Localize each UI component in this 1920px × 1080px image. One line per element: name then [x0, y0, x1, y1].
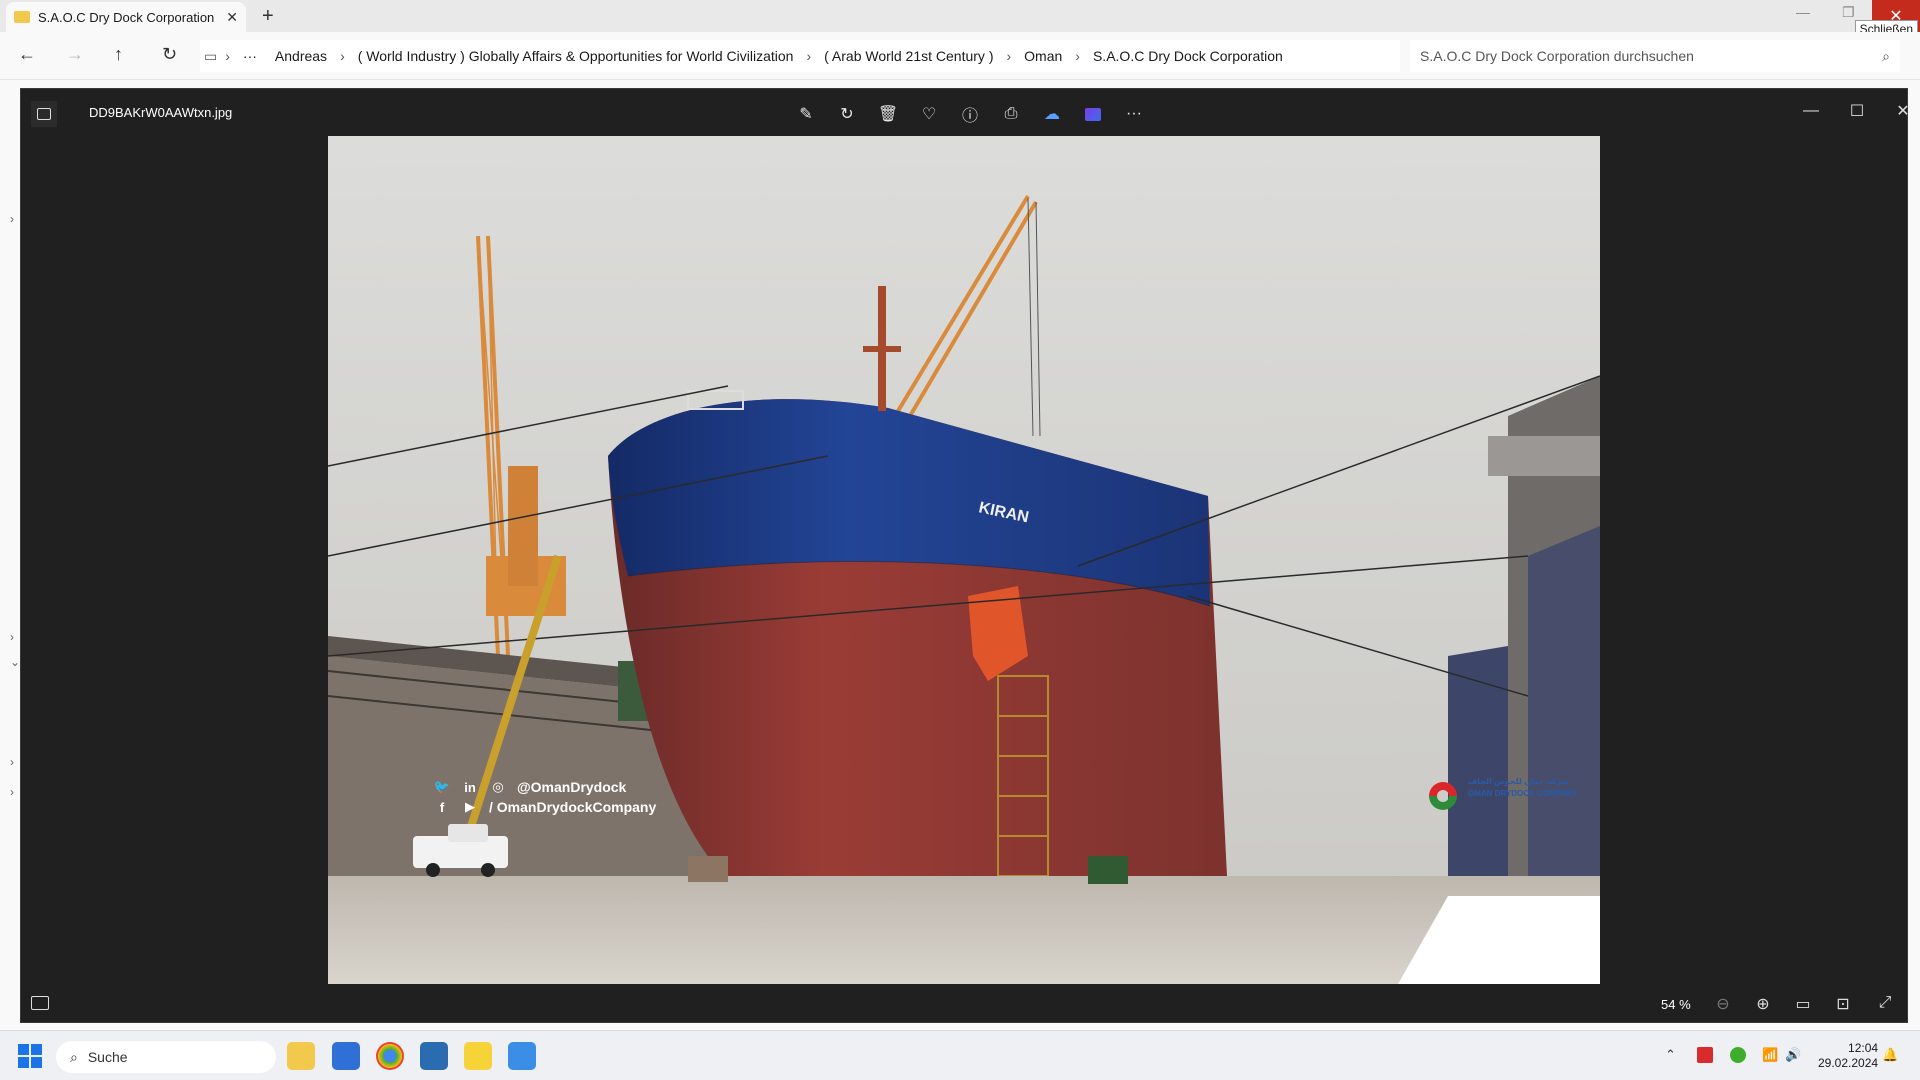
- breadcrumb-item[interactable]: ( Arab World 21st Century ): [824, 48, 993, 64]
- back-icon[interactable]: ←: [18, 44, 36, 65]
- breadcrumb-overflow[interactable]: ···: [243, 48, 257, 64]
- search-icon: ⌕: [70, 1048, 78, 1065]
- breadcrumb-chevron-icon[interactable]: ›: [1007, 48, 1012, 64]
- photos-icon[interactable]: [508, 1042, 536, 1070]
- volume-icon[interactable]: 🔊: [1785, 1047, 1801, 1063]
- navigation-pane: › › ⌄ › ›: [0, 80, 20, 1030]
- social-handle-2: / OmanDrydockCompany: [489, 799, 657, 815]
- oman-drydock-logo: [1429, 782, 1457, 810]
- chevron-down-icon[interactable]: ⌄: [10, 655, 20, 669]
- folder-icon: [14, 11, 30, 23]
- zoom-out-icon[interactable]: ⊖: [1711, 994, 1735, 1014]
- photos-viewer-window: DD9BAKrW0AAWtxn.jpg ✎ ↻ 🗑 ♡ ⓘ ⎙ ☁ ··· — …: [20, 88, 1910, 1024]
- viewer-minimize-icon[interactable]: —: [1791, 97, 1831, 125]
- microsoft-store-icon[interactable]: [332, 1042, 360, 1070]
- explorer-tabbar: S.A.O.C Dry Dock Corporation ✕ + — ❐ ✕ S…: [0, 0, 1920, 38]
- minimize-icon[interactable]: —: [1796, 4, 1810, 20]
- brand-english: OMAN DRYDOCK COMPANY: [1468, 789, 1578, 798]
- acrobat-icon[interactable]: [1697, 1047, 1713, 1063]
- rotate-icon[interactable]: ↻: [832, 99, 862, 129]
- breadcrumb-chevron-icon[interactable]: ›: [1075, 48, 1080, 64]
- chrome-icon[interactable]: [376, 1042, 404, 1070]
- breadcrumb: ▭ › ··· Andreas › ( World Industry ) Glo…: [200, 40, 1400, 72]
- explorer-tab[interactable]: S.A.O.C Dry Dock Corporation ✕: [6, 2, 246, 32]
- monitor-icon[interactable]: ▭: [204, 48, 217, 65]
- zoom-in-icon[interactable]: ⊕: [1751, 994, 1775, 1014]
- brand-text: شركة عمان للحوض الجاف OMAN DRYDOCK COMPA…: [1468, 776, 1577, 800]
- wifi-icon[interactable]: 📶: [1762, 1047, 1778, 1063]
- viewer-filename: DD9BAKrW0AAWtxn.jpg: [89, 105, 233, 120]
- viewer-bottom-bar: 54 % ⊖ ⊕ ▭ ⊡ ⤢: [21, 986, 1907, 1024]
- breadcrumb-chevron-icon[interactable]: ›: [340, 48, 345, 64]
- instagram-icon: ◎: [492, 779, 504, 794]
- more-icon[interactable]: ···: [1119, 99, 1149, 129]
- up-icon[interactable]: ↑: [114, 44, 123, 65]
- new-tab-icon[interactable]: +: [262, 5, 274, 28]
- chevron-right-icon[interactable]: ›: [10, 785, 14, 799]
- search-placeholder: S.A.O.C Dry Dock Corporation durchsuchen: [1420, 48, 1694, 64]
- social-watermark: 🐦 in ◎ @OmanDrydock f ▶ / OmanDrydockCom…: [433, 777, 656, 817]
- breadcrumb-item[interactable]: ( World Industry ) Globally Affairs & Op…: [358, 48, 794, 64]
- fullscreen-icon[interactable]: ⤢: [1873, 994, 1897, 1012]
- security-icon[interactable]: [1730, 1047, 1746, 1063]
- fit-to-window-icon[interactable]: ▭: [1791, 994, 1815, 1014]
- search-icon: ⌕: [1882, 47, 1890, 64]
- breadcrumb-chevron-icon[interactable]: ›: [806, 48, 811, 64]
- breadcrumb-item[interactable]: Oman: [1024, 48, 1062, 64]
- linkedin-icon: in: [464, 779, 476, 795]
- viewer-toolbar: ✎ ↻ 🗑 ♡ ⓘ ⎙ ☁ ···: [791, 99, 1149, 129]
- filmstrip-icon[interactable]: [31, 996, 49, 1010]
- edit-icon[interactable]: ✎: [791, 99, 821, 129]
- info-icon[interactable]: ⓘ: [955, 99, 985, 129]
- breadcrumb-chevron-icon[interactable]: ›: [225, 48, 230, 64]
- social-handle-1: @OmanDrydock: [517, 779, 627, 795]
- restore-icon[interactable]: ❐: [1842, 4, 1855, 21]
- explorer-search-input[interactable]: S.A.O.C Dry Dock Corporation durchsuchen…: [1410, 40, 1900, 72]
- chevron-right-icon[interactable]: ›: [10, 630, 14, 644]
- chevron-up-icon[interactable]: ⌃: [1665, 1047, 1676, 1063]
- notification-bell-icon[interactable]: 🔔: [1882, 1047, 1898, 1063]
- breadcrumb-item[interactable]: S.A.O.C Dry Dock Corporation: [1093, 48, 1283, 64]
- viewer-close-icon[interactable]: ✕: [1883, 97, 1920, 125]
- notepad-icon[interactable]: [420, 1042, 448, 1070]
- twitter-icon: 🐦: [433, 779, 451, 794]
- chevron-right-icon[interactable]: ›: [10, 212, 14, 226]
- tab-title: S.A.O.C Dry Dock Corporation: [38, 9, 215, 25]
- favorite-icon[interactable]: ♡: [914, 99, 944, 129]
- file-explorer-icon[interactable]: [287, 1042, 315, 1070]
- player-icon[interactable]: [464, 1042, 492, 1070]
- zoom-level: 54 %: [1661, 997, 1691, 1012]
- photo-image: KIRAN 🐦 in ◎ @OmanDrydock f ▶ / OmanDryd…: [328, 136, 1600, 984]
- tab-close-icon[interactable]: ✕: [226, 9, 238, 26]
- youtube-icon: ▶: [465, 799, 475, 814]
- taskbar: ⌕ Suche ⌃ 📶 🔊 12:04 29.02.2024 🔔: [0, 1030, 1920, 1080]
- start-button[interactable]: [18, 1044, 42, 1068]
- onedrive-icon[interactable]: ☁: [1037, 99, 1067, 129]
- clock[interactable]: 12:04 29.02.2024: [1818, 1041, 1878, 1071]
- address-bar: ← → ↑ ↻ ▭ › ··· Andreas › ( World Indust…: [0, 32, 1920, 80]
- refresh-icon[interactable]: ↻: [162, 44, 177, 65]
- delete-icon[interactable]: 🗑: [873, 99, 903, 129]
- photos-app-icon: [31, 101, 57, 127]
- viewer-titlebar: DD9BAKrW0AAWtxn.jpg ✎ ↻ 🗑 ♡ ⓘ ⎙ ☁ ··· — …: [21, 89, 1910, 137]
- chevron-right-icon[interactable]: ›: [10, 755, 14, 769]
- facebook-icon: f: [439, 799, 445, 815]
- taskbar-search-label: Suche: [87, 1049, 128, 1065]
- viewer-maximize-icon[interactable]: ☐: [1837, 97, 1877, 125]
- clipchamp-icon[interactable]: [1078, 99, 1108, 129]
- breadcrumb-item[interactable]: Andreas: [275, 48, 327, 64]
- brand-arabic: شركة عمان للحوض الجاف: [1468, 777, 1570, 786]
- print-icon[interactable]: ⎙: [996, 99, 1026, 129]
- actual-size-icon[interactable]: ⊡: [1831, 994, 1855, 1014]
- taskbar-search[interactable]: ⌕ Suche: [56, 1041, 276, 1073]
- clock-time: 12:04: [1848, 1041, 1879, 1055]
- clock-date: 29.02.2024: [1818, 1056, 1879, 1070]
- forward-icon[interactable]: →: [66, 44, 84, 65]
